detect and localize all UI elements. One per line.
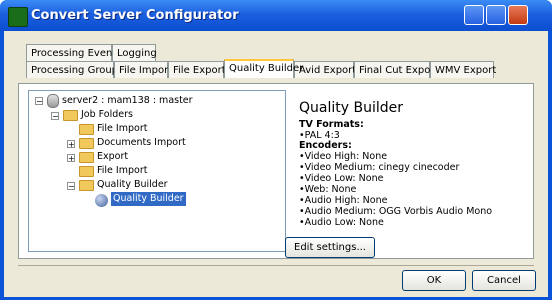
encoder-item: •Audio Medium: OGG Vorbis Audio Mono <box>299 206 493 217</box>
tab-file-import[interactable]: File Import <box>114 61 172 78</box>
folder-icon <box>79 180 94 191</box>
collapse-icon[interactable]: − <box>51 112 59 121</box>
tree-view[interactable]: − server2 : mam138 : master − Job Folder… <box>28 90 286 252</box>
encoder-item: •Audio Low: None <box>299 217 384 228</box>
app-window: Convert Server Configurator Processing E… <box>0 0 552 300</box>
collapse-icon[interactable]: − <box>35 97 43 106</box>
encoder-item: •Audio High: None <box>299 195 388 206</box>
folder-icon <box>63 110 78 121</box>
cancel-button[interactable]: Cancel <box>472 270 536 291</box>
tab-processing-events[interactable]: Processing Events <box>26 44 121 61</box>
folder-icon <box>79 166 94 177</box>
title-bar[interactable]: Convert Server Configurator <box>0 0 552 31</box>
tree-node-quality-builder[interactable]: Quality Builder <box>97 178 168 192</box>
tab-panel: − server2 : mam138 : master − Job Folder… <box>18 83 534 259</box>
tools-icon <box>8 7 28 27</box>
gear-icon <box>95 194 108 207</box>
encoder-item: •Video High: None <box>299 151 388 162</box>
folder-icon <box>79 124 94 135</box>
window-title: Convert Server Configurator <box>31 8 239 23</box>
tree-node-export[interactable]: Export <box>97 150 128 164</box>
details-heading: Quality Builder <box>299 100 403 116</box>
ok-button[interactable]: OK <box>402 270 466 291</box>
tree-node-documents-import[interactable]: Documents Import <box>97 136 186 150</box>
tree-node-job-folders[interactable]: Job Folders <box>81 108 133 122</box>
server-icon <box>47 94 59 108</box>
minimize-button[interactable] <box>464 5 484 25</box>
encoders-label: Encoders: <box>299 140 352 151</box>
tab-file-export[interactable]: File Export <box>168 61 226 78</box>
encoder-item: •Video Medium: cinegy cinecoder <box>299 162 460 173</box>
tab-quality-builder[interactable]: Quality Builder <box>224 59 303 78</box>
expand-icon[interactable]: + <box>67 154 75 163</box>
close-button[interactable] <box>508 5 528 25</box>
tab-processing-groups[interactable]: Processing Groups <box>26 61 123 78</box>
tree-node-file-import[interactable]: File Import <box>97 122 147 136</box>
tab-logging[interactable]: Logging <box>112 44 157 61</box>
tab-avid-export[interactable]: Avid Export <box>294 61 356 78</box>
encoder-item: •Video Low: None <box>299 173 384 184</box>
tree-node-file-import-2[interactable]: File Import <box>97 164 147 178</box>
collapse-icon[interactable]: − <box>67 182 75 191</box>
folder-icon <box>79 152 94 163</box>
tab-final-cut-export[interactable]: Final Cut Export <box>354 61 438 78</box>
tree-node-root[interactable]: server2 : mam138 : master <box>62 94 193 108</box>
encoder-item: •Web: None <box>299 184 357 195</box>
folder-icon <box>79 138 94 149</box>
edit-settings-button[interactable]: Edit settings... <box>285 237 375 258</box>
tab-wmv-export[interactable]: WMV Export <box>430 61 496 78</box>
expand-icon[interactable]: + <box>67 140 75 149</box>
tv-formats-label: TV Formats: <box>299 119 364 130</box>
maximize-button[interactable] <box>486 5 506 25</box>
tree-node-quality-builder-selected[interactable]: Quality Builder <box>111 192 186 206</box>
dialog-client: Processing Events Logging Processing Gro… <box>4 31 548 297</box>
divider <box>18 265 534 266</box>
